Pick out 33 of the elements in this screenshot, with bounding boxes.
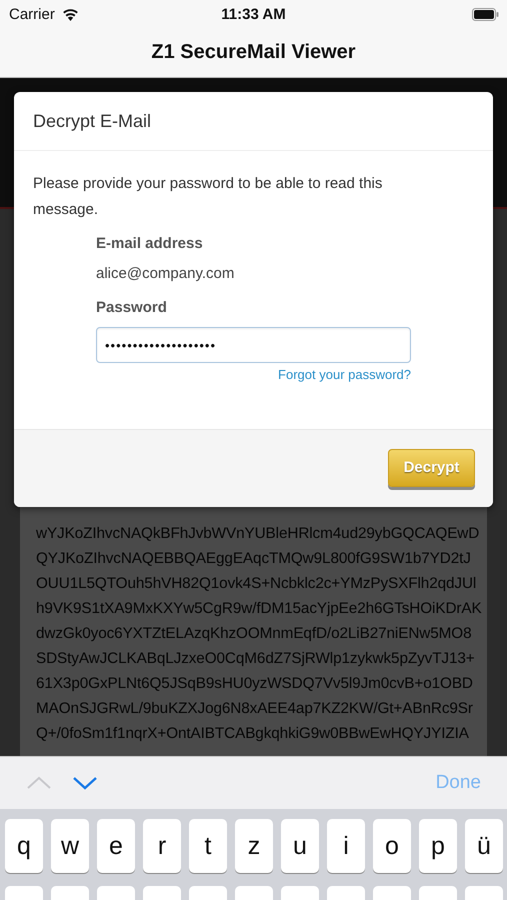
keyboard-key[interactable]: q (5, 819, 43, 873)
battery-icon (472, 8, 499, 20)
email-value: alice@company.com (96, 265, 236, 283)
encrypted-text-line: SDStyAwJCLKABqLJzxeO0CqM6dZ7SjRWlp1zykwk5pZyvTJ13+ (36, 649, 475, 669)
password-field[interactable]: •••••••••••••••••••• (96, 327, 411, 363)
wifi-icon (60, 7, 80, 21)
email-label: E-mail address (96, 235, 204, 253)
keyboard-key[interactable]: u (281, 819, 319, 873)
keyboard-key[interactable]: r (143, 819, 181, 873)
keyboard-key[interactable]: ü (465, 819, 503, 873)
status-time: 11:33 AM (221, 6, 286, 22)
app-title: Z1 SecureMail Viewer (151, 41, 356, 64)
keyboard-key[interactable]: i (327, 819, 365, 873)
keyboard-key[interactable]: e (97, 819, 135, 873)
next-field-icon[interactable] (72, 776, 98, 790)
password-label: Password (96, 299, 168, 317)
encrypted-text-line: QYJKoZIhvcNAQEBBQAEggEAqcTMQw9L800fG9SW1b7YD2tJ (36, 549, 471, 569)
forgot-password-link[interactable]: Forgot your password? (278, 367, 411, 383)
encrypted-text-line: h9VK9S1tXA9MxKXYw5CgR9w/fDM15acYjpEe2h6GTsHOiKDrAK (36, 599, 482, 619)
encrypted-text-line: OUU1L5QTOuh5hVH82Q1ovk4S+Ncbklc2c+YMzPySXFlh2qdJUl (36, 574, 476, 594)
keyboard-key[interactable]: z (235, 819, 273, 873)
carrier-label: Carrier (9, 6, 55, 22)
encrypted-text-line: Q+/0foSm1f1nqrX+OntAIBTCABgkqhkiG9w0BBwEwHQYJYIZIA (36, 724, 469, 744)
keyboard-key[interactable]: o (373, 819, 411, 873)
encrypted-text-line: wYJKoZIhvcNAQkBFhJvbWVnYUBleHRlcm4ud29ybGQCAQEwD (36, 524, 480, 544)
dialog-message: Please provide your password to be able to read this message. (33, 174, 384, 220)
keyboard-key[interactable]: p (419, 819, 457, 873)
encrypted-text-line: 61X3p0GxPLNt6Q5JSqB9sHU0yzWSDQ7Vv5l9Jm0cvB+o1OBD (36, 674, 473, 694)
dialog-title: Decrypt E-Mail (33, 111, 152, 131)
encrypted-text-line: MAOnSJGRwL/9buKZXJog6N8xAEE4ap7KZ2KW/Gt+ABnRc9Sr (36, 699, 473, 719)
encrypted-text-line: dwzGk0yoc6YXTZtELAzqKhzOOMnmEqfD/o2LiB27niENw5MO8 (36, 624, 472, 644)
keyboard-key[interactable]: t (189, 819, 227, 873)
keyboard-key[interactable]: w (51, 819, 89, 873)
